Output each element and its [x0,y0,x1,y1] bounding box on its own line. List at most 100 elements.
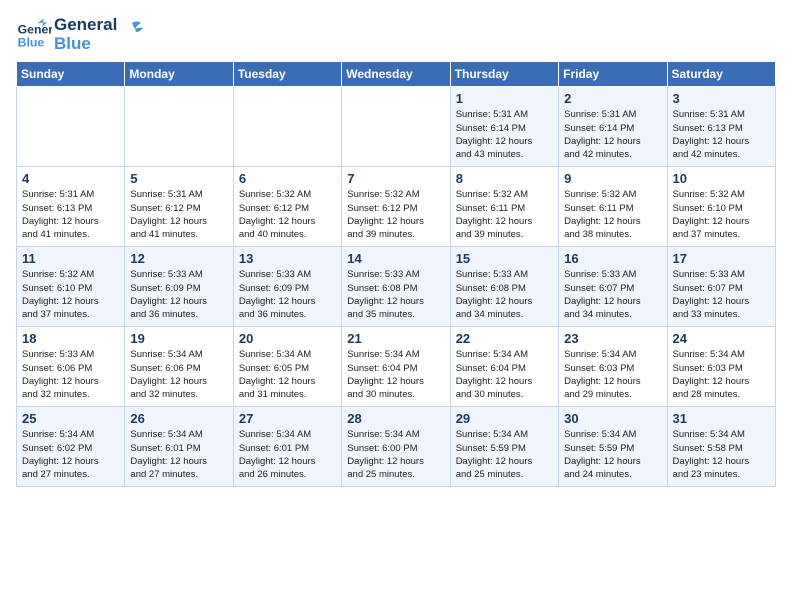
day-info: Sunrise: 5:32 AM Sunset: 6:10 PM Dayligh… [673,188,770,241]
day-info: Sunrise: 5:33 AM Sunset: 6:07 PM Dayligh… [673,268,770,321]
day-number: 23 [564,331,661,346]
day-info: Sunrise: 5:34 AM Sunset: 5:59 PM Dayligh… [564,428,661,481]
day-number: 16 [564,251,661,266]
calendar-cell: 9Sunrise: 5:32 AM Sunset: 6:11 PM Daylig… [559,167,667,247]
weekday-header-tuesday: Tuesday [233,62,341,87]
weekday-header-row: SundayMondayTuesdayWednesdayThursdayFrid… [17,62,776,87]
calendar-cell: 5 Sunrise: 5:31 AM Sunset: 6:12 PM Daylig… [125,167,233,247]
day-number: 4 [22,171,119,186]
day-info: Sunrise: 5:34 AM Sunset: 6:01 PM Dayligh… [130,428,227,481]
weekday-header-sunday: Sunday [17,62,125,87]
calendar-cell: 27Sunrise: 5:34 AM Sunset: 6:01 PM Dayli… [233,407,341,487]
calendar-cell [342,87,450,167]
day-number: 1 [456,91,553,106]
week-row-5: 25 Sunrise: 5:34 AM Sunset: 6:02 PM Dayli… [17,407,776,487]
day-number: 10 [673,171,770,186]
week-row-1: 1 Sunrise: 5:31 AM Sunset: 6:14 PM Daylig… [17,87,776,167]
day-number: 31 [673,411,770,426]
day-number: 5 [130,171,227,186]
day-number: 18 [22,331,119,346]
logo-blue: Blue [54,35,117,54]
calendar-cell: 4 Sunrise: 5:31 AM Sunset: 6:13 PM Daylig… [17,167,125,247]
day-info: Sunrise: 5:33 AM Sunset: 6:07 PM Dayligh… [564,268,661,321]
day-number: 11 [22,251,119,266]
calendar-cell: 11Sunrise: 5:32 AM Sunset: 6:10 PM Dayli… [17,247,125,327]
day-number: 30 [564,411,661,426]
day-info: Sunrise: 5:34 AM Sunset: 6:00 PM Dayligh… [347,428,444,481]
calendar-cell: 12 Sunrise: 5:33 AM Sunset: 6:09 PM Dayli… [125,247,233,327]
calendar-cell: 22 Sunrise: 5:34 AM Sunset: 6:04 PM Dayli… [450,327,558,407]
calendar-cell: 10 Sunrise: 5:32 AM Sunset: 6:10 PM Dayli… [667,167,775,247]
day-info: Sunrise: 5:34 AM Sunset: 6:03 PM Dayligh… [564,348,661,401]
page-header: General Blue General Blue [16,16,776,53]
day-info: Sunrise: 5:34 AM Sunset: 6:02 PM Dayligh… [22,428,119,481]
calendar-cell: 6 Sunrise: 5:32 AM Sunset: 6:12 PM Daylig… [233,167,341,247]
day-number: 28 [347,411,444,426]
calendar-cell: 15 Sunrise: 5:33 AM Sunset: 6:08 PM Dayli… [450,247,558,327]
calendar-body: 1 Sunrise: 5:31 AM Sunset: 6:14 PM Daylig… [17,87,776,487]
day-number: 8 [456,171,553,186]
day-info: Sunrise: 5:33 AM Sunset: 6:06 PM Dayligh… [22,348,119,401]
week-row-2: 4 Sunrise: 5:31 AM Sunset: 6:13 PM Daylig… [17,167,776,247]
weekday-header-wednesday: Wednesday [342,62,450,87]
day-number: 14 [347,251,444,266]
calendar-cell: 19 Sunrise: 5:34 AM Sunset: 6:06 PM Dayli… [125,327,233,407]
day-number: 25 [22,411,119,426]
day-info: Sunrise: 5:34 AM Sunset: 6:06 PM Dayligh… [130,348,227,401]
day-number: 7 [347,171,444,186]
logo-general: General [54,16,117,35]
day-info: Sunrise: 5:34 AM Sunset: 6:04 PM Dayligh… [347,348,444,401]
calendar-cell [17,87,125,167]
day-number: 21 [347,331,444,346]
day-number: 2 [564,91,661,106]
svg-text:General: General [18,22,52,36]
calendar-cell: 31Sunrise: 5:34 AM Sunset: 5:58 PM Dayli… [667,407,775,487]
calendar-cell: 29Sunrise: 5:34 AM Sunset: 5:59 PM Dayli… [450,407,558,487]
day-info: Sunrise: 5:31 AM Sunset: 6:13 PM Dayligh… [22,188,119,241]
day-info: Sunrise: 5:34 AM Sunset: 6:01 PM Dayligh… [239,428,336,481]
day-number: 3 [673,91,770,106]
day-info: Sunrise: 5:34 AM Sunset: 6:05 PM Dayligh… [239,348,336,401]
day-info: Sunrise: 5:31 AM Sunset: 6:14 PM Dayligh… [456,108,553,161]
day-info: Sunrise: 5:34 AM Sunset: 6:04 PM Dayligh… [456,348,553,401]
calendar-cell: 24Sunrise: 5:34 AM Sunset: 6:03 PM Dayli… [667,327,775,407]
logo: General Blue General Blue [16,16,143,53]
calendar-cell [233,87,341,167]
day-number: 20 [239,331,336,346]
calendar-cell: 23 Sunrise: 5:34 AM Sunset: 6:03 PM Dayli… [559,327,667,407]
calendar-cell: 21 Sunrise: 5:34 AM Sunset: 6:04 PM Dayli… [342,327,450,407]
day-number: 26 [130,411,227,426]
calendar-cell: 1 Sunrise: 5:31 AM Sunset: 6:14 PM Daylig… [450,87,558,167]
day-number: 12 [130,251,227,266]
day-info: Sunrise: 5:33 AM Sunset: 6:09 PM Dayligh… [130,268,227,321]
day-info: Sunrise: 5:33 AM Sunset: 6:09 PM Dayligh… [239,268,336,321]
day-number: 6 [239,171,336,186]
day-number: 22 [456,331,553,346]
calendar-cell: 14 Sunrise: 5:33 AM Sunset: 6:08 PM Dayli… [342,247,450,327]
calendar-cell: 13 Sunrise: 5:33 AM Sunset: 6:09 PM Dayli… [233,247,341,327]
weekday-header-monday: Monday [125,62,233,87]
bird-icon [121,19,143,41]
calendar-cell: 16 Sunrise: 5:33 AM Sunset: 6:07 PM Dayli… [559,247,667,327]
calendar-cell: 7 Sunrise: 5:32 AM Sunset: 6:12 PM Daylig… [342,167,450,247]
day-info: Sunrise: 5:32 AM Sunset: 6:11 PM Dayligh… [456,188,553,241]
day-info: Sunrise: 5:31 AM Sunset: 6:12 PM Dayligh… [130,188,227,241]
logo-icon: General Blue [16,17,52,53]
day-number: 15 [456,251,553,266]
day-info: Sunrise: 5:34 AM Sunset: 5:59 PM Dayligh… [456,428,553,481]
day-info: Sunrise: 5:32 AM Sunset: 6:12 PM Dayligh… [239,188,336,241]
day-info: Sunrise: 5:31 AM Sunset: 6:14 PM Dayligh… [564,108,661,161]
day-number: 17 [673,251,770,266]
day-info: Sunrise: 5:33 AM Sunset: 6:08 PM Dayligh… [456,268,553,321]
day-info: Sunrise: 5:32 AM Sunset: 6:12 PM Dayligh… [347,188,444,241]
calendar-cell [125,87,233,167]
day-number: 19 [130,331,227,346]
day-info: Sunrise: 5:33 AM Sunset: 6:08 PM Dayligh… [347,268,444,321]
day-number: 24 [673,331,770,346]
day-number: 13 [239,251,336,266]
calendar-cell: 30 Sunrise: 5:34 AM Sunset: 5:59 PM Dayli… [559,407,667,487]
calendar-cell: 2 Sunrise: 5:31 AM Sunset: 6:14 PM Daylig… [559,87,667,167]
calendar-cell: 28 Sunrise: 5:34 AM Sunset: 6:00 PM Dayli… [342,407,450,487]
week-row-3: 11Sunrise: 5:32 AM Sunset: 6:10 PM Dayli… [17,247,776,327]
week-row-4: 18 Sunrise: 5:33 AM Sunset: 6:06 PM Dayli… [17,327,776,407]
